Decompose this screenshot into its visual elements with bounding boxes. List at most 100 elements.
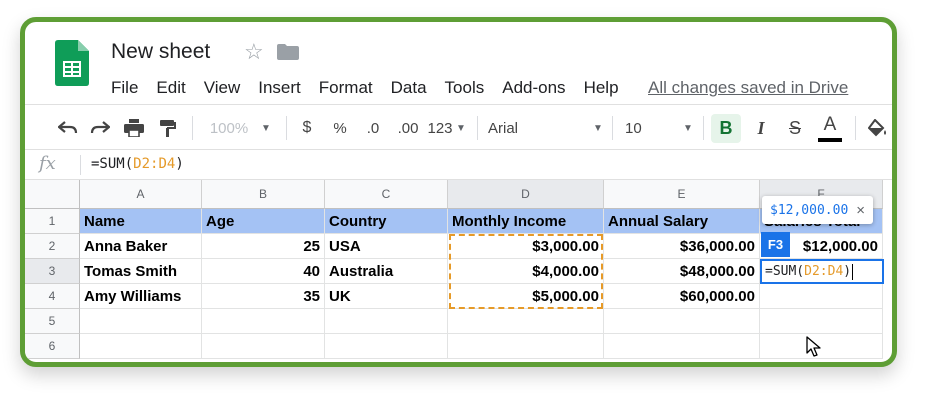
mouse-pointer-icon <box>806 336 822 362</box>
percent-format-button[interactable]: % <box>328 105 352 151</box>
column-header-e[interactable]: E <box>604 180 760 209</box>
menu-file[interactable]: File <box>111 78 138 98</box>
star-icon[interactable]: ☆ <box>244 39 264 65</box>
toolbar-divider <box>612 116 613 140</box>
cell-d6[interactable] <box>448 334 604 359</box>
formula-input[interactable]: =SUM(D2:D4) <box>91 156 184 172</box>
strikethrough-button[interactable]: S <box>782 105 808 151</box>
cell-b6[interactable] <box>202 334 325 359</box>
editor-prefix: =SUM( <box>765 264 805 279</box>
row-header-4[interactable]: 4 <box>25 284 80 309</box>
menu-insert[interactable]: Insert <box>258 78 301 98</box>
redo-icon[interactable] <box>87 105 113 151</box>
formula-prefix: =SUM( <box>91 156 134 172</box>
row-header-6[interactable]: 6 <box>25 334 80 359</box>
cell-b4[interactable]: 35 <box>202 284 325 309</box>
toolbar-divider <box>286 116 287 140</box>
more-formats-dropdown-icon[interactable]: ▼ <box>455 105 467 151</box>
bold-button[interactable]: B <box>711 114 741 143</box>
menu-tools[interactable]: Tools <box>445 78 485 98</box>
font-size-dropdown-icon[interactable]: ▼ <box>681 105 695 151</box>
zoom-select[interactable]: 100% <box>205 105 253 151</box>
formula-bar-divider <box>80 155 81 175</box>
row-header-2[interactable]: 2 <box>25 234 80 259</box>
undo-icon[interactable] <box>55 105 81 151</box>
increase-decimals-button[interactable]: .00 <box>393 105 423 151</box>
cell-a2[interactable]: Anna Baker <box>80 234 202 259</box>
font-family-value: Arial <box>488 119 519 137</box>
cell-a4[interactable]: Amy Williams <box>80 284 202 309</box>
menu-data[interactable]: Data <box>391 78 427 98</box>
row-header-5[interactable]: 5 <box>25 309 80 334</box>
cell-f5[interactable] <box>760 309 883 334</box>
cell-c4[interactable]: UK <box>325 284 448 309</box>
column-header-a[interactable]: A <box>80 180 202 209</box>
select-all-corner[interactable] <box>25 180 80 209</box>
cell-d2[interactable]: $3,000.00 <box>448 234 604 259</box>
italic-button[interactable]: I <box>748 105 774 151</box>
editor-suffix: ) <box>843 264 852 279</box>
more-formats-button[interactable]: 123 <box>425 105 455 151</box>
active-cell-label: F3 <box>761 232 790 257</box>
toolbar-divider <box>477 116 478 140</box>
menu-view[interactable]: View <box>204 78 241 98</box>
cell-c5[interactable] <box>325 309 448 334</box>
currency-format-button[interactable]: $ <box>295 105 319 151</box>
cell-c6[interactable] <box>325 334 448 359</box>
zoom-dropdown-icon[interactable]: ▼ <box>259 105 273 151</box>
sheets-logo-icon[interactable] <box>55 40 89 86</box>
cell-a6[interactable] <box>80 334 202 359</box>
menu-addons[interactable]: Add-ons <box>502 78 565 98</box>
toolbar-divider <box>855 116 856 140</box>
menu-help[interactable]: Help <box>584 78 619 98</box>
cell-d3[interactable]: $4,000.00 <box>448 259 604 284</box>
cell-c1[interactable]: Country <box>325 209 448 234</box>
cell-d5[interactable] <box>448 309 604 334</box>
cell-c2[interactable]: USA <box>325 234 448 259</box>
formula-range: D2:D4 <box>133 156 176 172</box>
menu-format[interactable]: Format <box>319 78 373 98</box>
cell-f4[interactable] <box>760 284 883 309</box>
save-status-link[interactable]: All changes saved in Drive <box>648 78 848 98</box>
menu-edit[interactable]: Edit <box>156 78 185 98</box>
cell-e1[interactable]: Annual Salary <box>604 209 760 234</box>
cell-e5[interactable] <box>604 309 760 334</box>
text-color-button[interactable]: A <box>815 105 845 151</box>
print-icon[interactable] <box>121 105 147 151</box>
cell-b3[interactable]: 40 <box>202 259 325 284</box>
font-family-dropdown-icon[interactable]: ▼ <box>591 105 605 151</box>
cell-e3[interactable]: $48,000.00 <box>604 259 760 284</box>
cell-a5[interactable] <box>80 309 202 334</box>
cell-f3-editor[interactable]: =SUM(D2:D4) <box>760 259 884 284</box>
cell-c3[interactable]: Australia <box>325 259 448 284</box>
cell-d4[interactable]: $5,000.00 <box>448 284 604 309</box>
fill-color-icon[interactable] <box>865 105 891 151</box>
cell-e2[interactable]: $36,000.00 <box>604 234 760 259</box>
cell-e6[interactable] <box>604 334 760 359</box>
cell-d1[interactable]: Monthly Income <box>448 209 604 234</box>
column-header-b[interactable]: B <box>202 180 325 209</box>
cell-b1[interactable]: Age <box>202 209 325 234</box>
fx-icon: fx <box>39 153 56 174</box>
cell-b2[interactable]: 25 <box>202 234 325 259</box>
column-header-c[interactable]: C <box>325 180 448 209</box>
decrease-decimals-button[interactable]: .0 <box>360 105 386 151</box>
font-size-value: 10 <box>625 119 642 137</box>
cell-b5[interactable] <box>202 309 325 334</box>
row-header-1[interactable]: 1 <box>25 209 80 234</box>
toolbar: 100% ▼ $ % .0 .00 123 ▼ Arial ▼ 10 ▼ B I… <box>25 104 892 150</box>
document-title[interactable]: New sheet <box>111 40 210 64</box>
text-color-label: A <box>823 114 837 135</box>
close-icon[interactable]: × <box>856 202 865 219</box>
folder-icon[interactable] <box>277 44 299 60</box>
cell-e4[interactable]: $60,000.00 <box>604 284 760 309</box>
formula-bar: fx =SUM(D2:D4) <box>25 150 892 180</box>
paint-format-icon[interactable] <box>155 105 181 151</box>
font-family-select[interactable]: Arial <box>488 105 548 151</box>
tooltip-value: $12,000.00 <box>770 202 849 218</box>
cell-a1[interactable]: Name <box>80 209 202 234</box>
font-size-select[interactable]: 10 <box>625 105 655 151</box>
column-header-d[interactable]: D <box>448 180 604 209</box>
cell-a3[interactable]: Tomas Smith <box>80 259 202 284</box>
row-header-3[interactable]: 3 <box>25 259 80 284</box>
